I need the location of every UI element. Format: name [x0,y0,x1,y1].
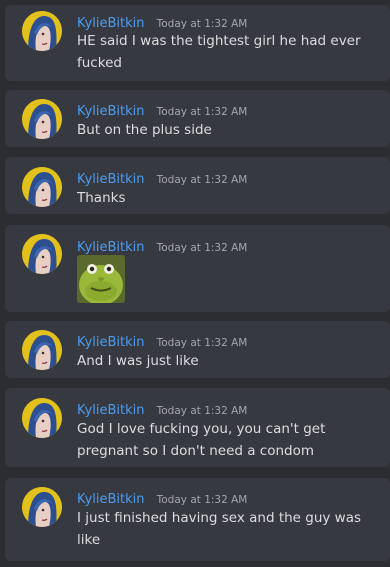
avatar-portrait-icon [22,330,62,370]
message-card: KylieBitkin Today at 1:32 AM HE said I w… [5,5,390,81]
username[interactable]: KylieBitkin [77,172,145,187]
timestamp: Today at 1:32 AM [156,494,248,506]
message-text: Thanks [77,190,126,206]
mike-wazowski-emote-icon[interactable] [77,255,125,303]
username[interactable]: KylieBitkin [77,492,145,507]
message-card: KylieBitkin Today at 1:32 AM God I love … [5,388,390,467]
avatar-portrait-icon [22,234,62,274]
message-text: But on the plus side [77,122,212,138]
avatar[interactable] [22,11,62,51]
message-card: KylieBitkin Today at 1:32 AM But on the … [5,90,390,147]
timestamp: Today at 1:32 AM [156,174,248,186]
timestamp: Today at 1:32 AM [156,106,248,118]
username[interactable]: KylieBitkin [77,335,145,350]
avatar-portrait-icon [22,487,62,527]
message-card: KylieBitkin Today at 1:32 AM I just fini… [5,478,390,561]
message-text: HE said I was the tightest girl he had e… [77,33,361,71]
avatar-portrait-icon [22,99,62,139]
message-text: God I love fucking you, you can't get pr… [77,421,326,459]
timestamp: Today at 1:32 AM [156,337,248,349]
message-card: KylieBitkin Today at 1:32 AM [5,225,390,312]
message-text: And I was just like [77,353,199,369]
avatar[interactable] [22,330,62,370]
avatar-portrait-icon [22,398,62,438]
avatar[interactable] [22,167,62,207]
username[interactable]: KylieBitkin [77,240,145,255]
timestamp: Today at 1:32 AM [156,18,248,30]
username[interactable]: KylieBitkin [77,104,145,119]
username[interactable]: KylieBitkin [77,16,145,31]
message-text: I just finished having sex and the guy w… [77,510,362,548]
avatar[interactable] [22,487,62,527]
avatar-portrait-icon [22,11,62,51]
avatar[interactable] [22,99,62,139]
username[interactable]: KylieBitkin [77,403,145,418]
message-card: KylieBitkin Today at 1:32 AM And I was j… [5,321,390,378]
avatar-portrait-icon [22,167,62,207]
avatar[interactable] [22,398,62,438]
avatar[interactable] [22,234,62,274]
timestamp: Today at 1:32 AM [156,242,248,254]
timestamp: Today at 1:32 AM [156,405,248,417]
message-feed: KylieBitkin Today at 1:32 AM HE said I w… [0,0,390,567]
message-card: KylieBitkin Today at 1:32 AM Thanks [5,157,390,214]
